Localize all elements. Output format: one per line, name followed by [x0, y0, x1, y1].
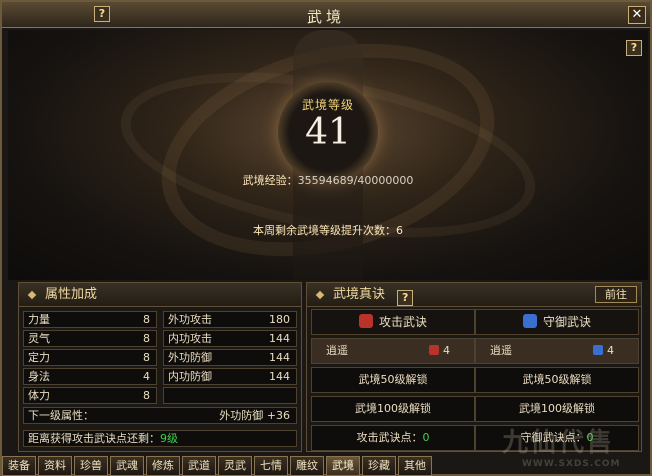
attack-secret-header: 攻击武诀: [311, 309, 475, 335]
help-button[interactable]: ?: [626, 40, 642, 56]
window-title: 武境: [306, 8, 345, 26]
watermark-url: WWW.SXDS.COM: [522, 459, 621, 469]
weekly-remaining-text: 本周剩余武境等级提升次数：6: [253, 224, 403, 237]
tab-cultivation[interactable]: 修炼: [146, 456, 180, 476]
tab-spirit-weapon[interactable]: 灵武: [218, 456, 252, 476]
defense-shield-icon: [522, 314, 537, 328]
tab-martial-realm[interactable]: 武境: [326, 456, 360, 476]
attribute-row: 定力 8: [23, 349, 157, 366]
attribute-row: 内功防御 144: [163, 368, 297, 385]
exp-label: 武境经验：: [242, 174, 298, 187]
defense-secret-slot-selected[interactable]: 逍遥 4: [475, 338, 639, 364]
distance-label: 距离获得攻击武诀点还剩：: [28, 432, 160, 445]
title-bar[interactable]: ? 武境 ✕: [2, 2, 650, 28]
slot-level-value: 4: [607, 344, 614, 357]
goto-button[interactable]: 前往: [595, 286, 637, 303]
attribute-value: 8: [143, 351, 150, 364]
watermark-text: 九仙代售: [502, 428, 615, 458]
attribute-value: 8: [143, 389, 150, 402]
attribute-name: 身法: [28, 370, 50, 383]
diamond-icon: [27, 290, 37, 300]
defense-secret-slot-locked[interactable]: 武境50级解锁: [475, 367, 639, 393]
attack-secret-slot-locked[interactable]: 武境100级解锁: [311, 396, 475, 422]
distance-value: 9级: [160, 432, 178, 445]
defense-secret-header: 守御武诀: [475, 309, 639, 335]
defense-secret-slot-locked[interactable]: 武境100级解锁: [475, 396, 639, 422]
attack-secret-slot-locked[interactable]: 武境50级解锁: [311, 367, 475, 393]
tab-seven-emotions[interactable]: 七情: [254, 456, 288, 476]
attribute-name: 外功攻击: [168, 313, 212, 326]
slot-level: 4: [593, 339, 614, 363]
tab-pets[interactable]: 珍兽: [74, 456, 108, 476]
attribute-value: 144: [269, 370, 290, 383]
attribute-row: 内功攻击 144: [163, 330, 297, 347]
attribute-value: 4: [143, 370, 150, 383]
attribute-row: 灵气 8: [23, 330, 157, 347]
attribute-name: 力量: [28, 313, 50, 326]
attribute-value: 8: [143, 313, 150, 326]
exp-value: 35594689/40000000: [297, 174, 414, 187]
slot-level-value: 4: [443, 344, 450, 357]
level-number: 41: [305, 112, 351, 153]
column-title: 守御武诀: [542, 315, 591, 329]
attribute-bonus-panel: 属性加成 力量 8 外功攻击 180 灵气 8 内功攻击 144 定力 8 外功…: [18, 282, 302, 452]
attribute-name: 定力: [28, 351, 50, 364]
attribute-row: 身法 4: [23, 368, 157, 385]
attack-secret-slot-selected[interactable]: 逍遥 4: [311, 338, 475, 364]
attribute-name: 体力: [28, 389, 50, 402]
attribute-value: 180: [269, 313, 290, 326]
martial-realm-window: ? 武境 ✕ 武境等级 41 武境经验：35594689/40000000 本周…: [0, 0, 652, 476]
level-label: 武境等级: [301, 98, 354, 112]
tab-martial-way[interactable]: 武道: [182, 456, 216, 476]
attack-emblem-icon: [358, 314, 373, 328]
attribute-row-empty: [163, 387, 297, 404]
defense-shield-icon: [593, 345, 603, 355]
panel-title: 武境真诀: [333, 287, 386, 302]
tab-martial-soul[interactable]: 武魂: [110, 456, 144, 476]
tab-equipment[interactable]: 装备: [2, 456, 36, 476]
slot-level: 4: [429, 339, 450, 363]
attribute-name: 内功防御: [168, 370, 212, 383]
attribute-name: 外功防御: [168, 351, 212, 364]
attribute-value: 8: [143, 332, 150, 345]
attribute-value: 144: [269, 351, 290, 364]
tab-other[interactable]: 其他: [398, 456, 432, 476]
column-title: 攻击武诀: [378, 315, 427, 329]
slot-name: 逍遥: [490, 344, 512, 357]
tab-collection[interactable]: 珍藏: [362, 456, 396, 476]
panel-title: 属性加成: [45, 287, 98, 302]
attribute-row: 力量 8: [23, 311, 157, 328]
attribute-value: 144: [269, 332, 290, 345]
attribute-row: 外功防御 144: [163, 349, 297, 366]
experience-text: 武境经验：35594689/40000000: [8, 172, 648, 188]
attack-emblem-icon: [429, 345, 439, 355]
watermark: 九仙代售 WWW.SXDS.COM: [502, 422, 652, 476]
help-button[interactable]: ?: [397, 290, 414, 306]
slot-name: 逍遥: [326, 344, 348, 357]
diamond-icon: [315, 290, 325, 300]
tab-engraving[interactable]: 雕纹: [290, 456, 324, 476]
points-label: 攻击武诀点：: [356, 431, 423, 444]
panel-header: 属性加成: [19, 283, 301, 307]
attribute-row: 外功攻击 180: [163, 311, 297, 328]
distance-to-attack-point: 距离获得攻击武诀点还剩：9级: [23, 430, 297, 447]
attack-points: 攻击武诀点：0: [311, 425, 475, 451]
next-level-attribute: 下一级属性： 外功防御 +36: [23, 407, 297, 424]
points-value: 0: [422, 431, 430, 444]
panel-header: 武境真诀 ? 前往: [307, 283, 641, 307]
realm-level-display: 武境等级 41 武境经验：35594689/40000000 本周剩余武境等级提…: [8, 30, 648, 280]
attack-secret-column: 攻击武诀 逍遥 4 武境50级解锁 武境100级解锁 攻击武诀点：0: [311, 309, 475, 451]
attribute-name: 内功攻击: [168, 332, 212, 345]
next-level-label: 下一级属性：: [28, 409, 94, 422]
tab-profile[interactable]: 资料: [38, 456, 72, 476]
close-button[interactable]: ✕: [628, 6, 646, 24]
next-level-value: 外功防御 +36: [219, 409, 290, 422]
attribute-name: 灵气: [28, 332, 50, 345]
attribute-row: 体力 8: [23, 387, 157, 404]
